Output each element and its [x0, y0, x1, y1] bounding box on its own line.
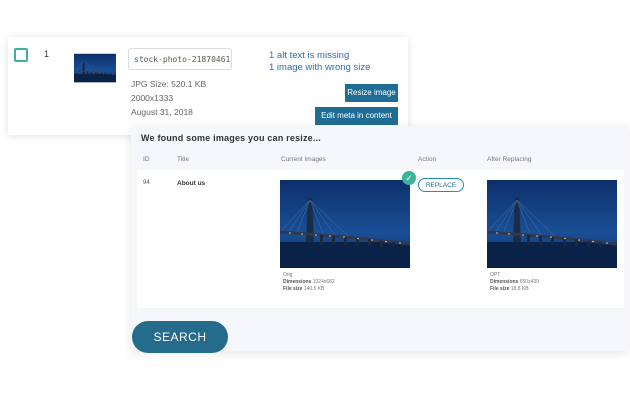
panel-heading: We found some images you can resize...	[141, 133, 321, 143]
check-icon: ✓	[402, 171, 416, 185]
column-header-title: Title	[177, 156, 190, 163]
row-title: About us	[177, 180, 206, 187]
row-checkbox[interactable]	[14, 48, 28, 62]
column-header-id: ID	[143, 156, 150, 163]
resize-image-button[interactable]: Resize image	[345, 84, 398, 102]
current-image[interactable]	[280, 180, 410, 268]
orig-caption: Orig Dimensions 1024x682 File size 140.5…	[283, 272, 335, 293]
orig-size: 140.5 KB	[303, 286, 325, 292]
dimensions-text: 2000x1333	[131, 93, 174, 103]
table-row: 94 About us ✓ Orig Dimensions 1024x682 F…	[137, 170, 624, 308]
filename-input[interactable]: stock-photo-218704613	[128, 48, 232, 70]
orig-dimensions: 1024x682	[312, 279, 335, 285]
column-header-current-images: Current Images	[281, 156, 326, 163]
opt-caption: OPT Dimensions 650x439 File size 18.8 KB	[490, 272, 539, 293]
orig-label: Orig	[283, 272, 293, 278]
row-id: 94	[143, 180, 150, 186]
alt-missing-alert[interactable]: 1 alt text is missing	[269, 50, 349, 61]
file-size-text: JPG Size: 520.1 KB	[131, 79, 207, 89]
orig-size-label: File size	[283, 286, 303, 292]
opt-dimensions-label: Dimensions	[490, 279, 519, 285]
opt-size-label: File size	[490, 286, 510, 292]
column-header-action: Action	[418, 156, 437, 163]
replace-button[interactable]: REPLACE	[418, 178, 464, 192]
media-row-card: 1 stock-photo-218704613 JPG Size: 520.1 …	[8, 37, 408, 135]
column-header-after-replacing: After Replacing	[487, 156, 532, 163]
row-index: 1	[44, 49, 50, 59]
optimized-image[interactable]	[487, 180, 617, 268]
wrong-size-alert[interactable]: 1 image with wrong size	[269, 62, 370, 73]
opt-label: OPT	[490, 272, 501, 278]
edit-meta-button[interactable]: Edit meta in content	[315, 107, 398, 125]
search-button[interactable]: SEARCH	[132, 321, 228, 353]
date-text: August 31, 2018	[131, 107, 193, 117]
resize-results-panel: We found some images you can resize... I…	[131, 126, 628, 351]
orig-dimensions-label: Dimensions	[283, 279, 312, 285]
thumbnail-image[interactable]	[74, 47, 116, 89]
opt-size: 18.8 KB	[510, 286, 529, 292]
opt-dimensions: 650x439	[519, 279, 539, 285]
